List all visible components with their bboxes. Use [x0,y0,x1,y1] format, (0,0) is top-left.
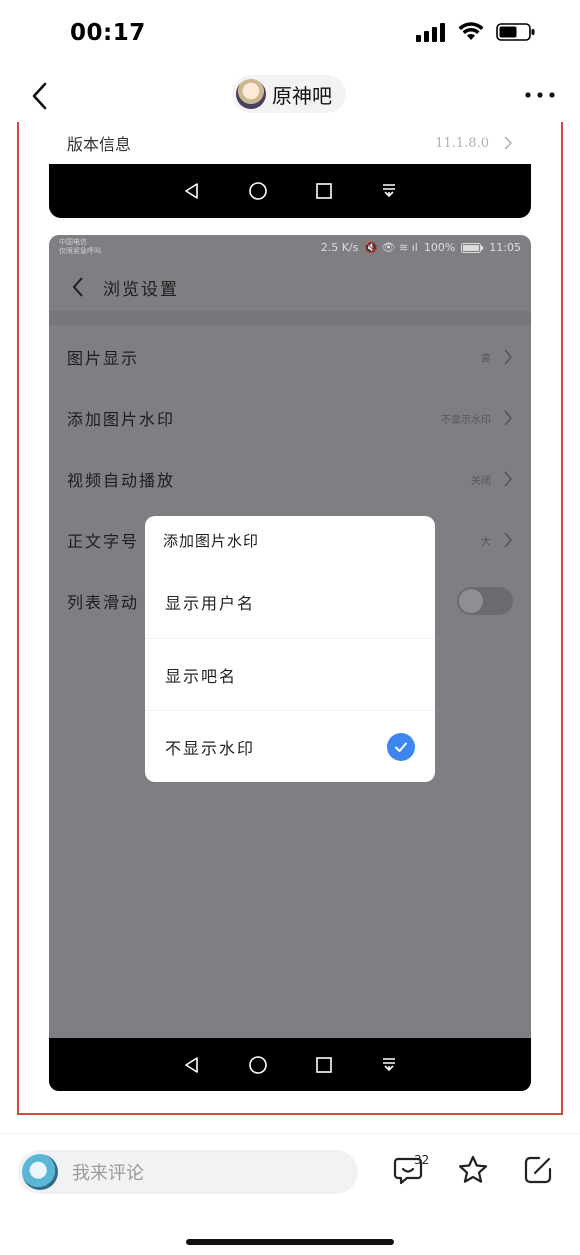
chevron-left-icon [32,82,47,110]
android-home-icon [248,1055,267,1074]
home-indicator [186,1239,394,1245]
android-status-bar: 中国电信 仅限紧急呼叫 2.5 K/s 🔇 👁 ≋ ıl 100% 11:05 [49,235,531,263]
forum-name: 原神吧 [272,83,332,108]
settings-row-label: 列表滑动 [67,593,140,612]
settings-row-value: 大 [481,536,491,548]
carrier-text: 中国电信 仅限紧急呼叫 [59,238,101,256]
version-info-value: 11.1.8.0 [435,135,489,151]
settings-row-label: 正文字号 [67,532,140,551]
post-image-screenshot-1: 版本信息 11.1.8.0 [49,122,531,218]
settings-row-label: 视频自动播放 [67,471,176,490]
android-nav-bar [49,164,531,218]
reaction-count: 32 [414,1153,430,1167]
settings-row-video-autoplay: 视频自动播放 关闭 [49,449,531,509]
header-separator [49,311,531,325]
battery-percent: 100% [423,241,456,254]
dialog-option-label: 不显示水印 [165,738,256,758]
dialog-option-no-watermark: 不显示水印 [145,710,435,782]
android-back-icon [184,1056,198,1073]
status-glyphs-icon: 🔇 👁 ≋ ıl [364,241,418,254]
settings-row-value: 不显示水印 [441,414,491,426]
forum-link[interactable]: 原神吧 [232,75,346,113]
chevron-right-icon [504,349,513,365]
status-time: 00:17 [70,20,146,46]
comment-placeholder: 我来评论 [72,1163,144,1184]
android-notification-icon [382,1057,395,1071]
settings-row-image-display: 图片显示 高 [49,327,531,387]
version-info-label: 版本信息 [67,135,132,154]
share-edit-icon [524,1156,552,1184]
settings-title: 浏览设置 [103,279,179,300]
dialog-option-label: 显示吧名 [165,666,238,686]
dialog-option-show-username: 显示用户名 [145,566,435,638]
more-button[interactable] [520,80,560,110]
share-button[interactable] [520,1152,556,1188]
android-time: 11:05 [489,241,521,254]
top-nav: 原神吧 [0,70,580,122]
dialog-option-show-forum-name: 显示吧名 [145,638,435,710]
android-home-icon [248,182,267,200]
chevron-right-icon [504,471,513,487]
star-icon [458,1155,488,1183]
more-dots-icon [525,92,555,98]
carrier-line-2: 仅限紧急呼叫 [59,247,101,255]
dialog-option-label: 显示用户名 [165,594,256,613]
android-battery-icon [461,242,484,253]
favorite-button[interactable] [455,1152,491,1188]
forum-avatar [236,79,266,109]
version-info-row: 版本信息 11.1.8.0 [49,122,531,164]
chevron-left-icon [72,277,83,297]
carrier-line-1: 中国电信 [59,238,87,246]
dialog-title: 添加图片水印 [163,532,260,550]
settings-row-value: 高 [481,353,491,365]
settings-row-watermark: 添加图片水印 不显示水印 [49,388,531,448]
settings-row-label: 添加图片水印 [67,410,176,429]
settings-header: 浏览设置 [49,263,531,311]
wifi-icon [458,22,484,46]
chevron-right-icon [504,410,513,426]
android-recents-icon [315,183,332,199]
network-speed: 2.5 K/s [320,241,359,254]
settings-row-value: 关闭 [471,475,491,487]
android-back-icon [184,183,198,199]
android-recents-icon [315,1056,332,1073]
watermark-dialog: 添加图片水印 显示用户名 显示吧名 不显示水印 [145,516,435,782]
android-nav-bar [49,1038,531,1091]
user-avatar [22,1154,58,1190]
android-notification-icon [382,184,395,198]
chevron-right-icon [504,136,513,150]
comment-input[interactable]: 我来评论 [18,1150,358,1194]
comment-bar: 我来评论 32 [0,1133,580,1255]
settings-row-label: 图片显示 [67,349,140,368]
status-icons [416,22,536,46]
settings-toggle [457,587,513,615]
chevron-right-icon [504,532,513,548]
back-button[interactable] [22,78,58,114]
status-bar: 00:17 [0,0,580,70]
battery-icon [496,22,536,46]
android-status-right: 2.5 K/s 🔇 👁 ≋ ıl 100% 11:05 [321,241,521,254]
checkmark-icon [387,732,415,761]
cellular-signal-icon [416,22,446,46]
